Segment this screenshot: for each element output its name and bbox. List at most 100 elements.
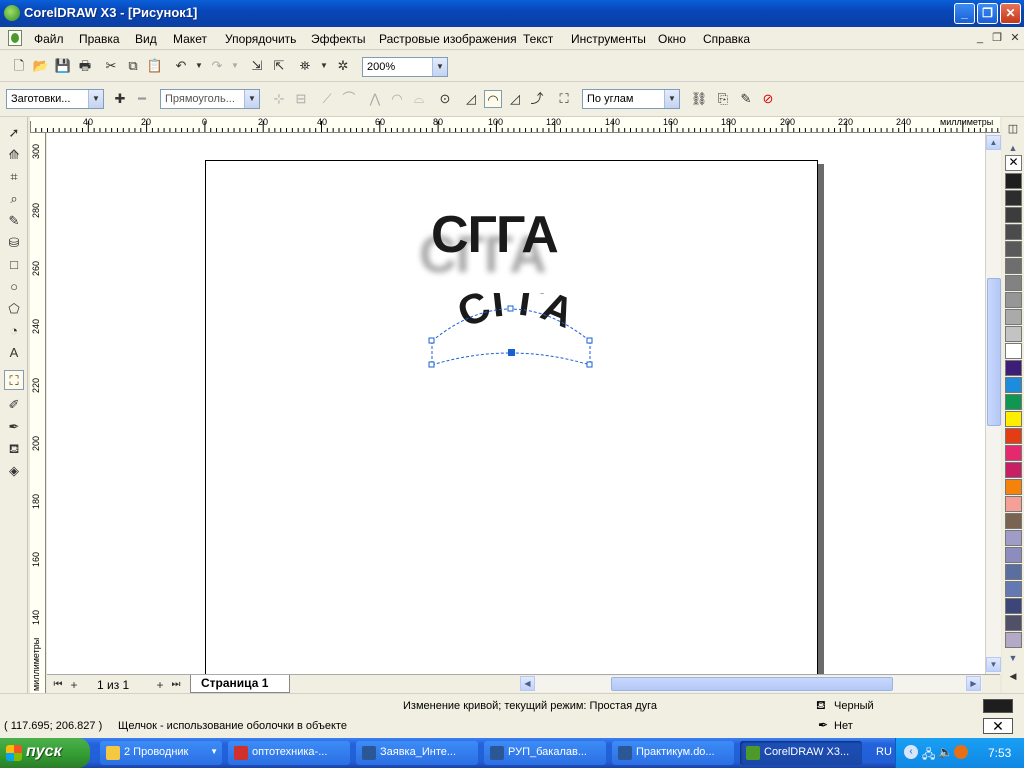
interactive-envelope-tool-icon[interactable]: ⛶ <box>4 370 24 390</box>
color-swatch[interactable] <box>1005 207 1022 223</box>
envelope-node[interactable] <box>586 337 593 344</box>
coreldraw-app-icon[interactable] <box>4 5 20 21</box>
smooth-node-icon[interactable]: ◠ <box>388 90 406 108</box>
rectangle-tool-icon[interactable]: □ <box>4 255 24 275</box>
drawing-canvas[interactable]: СГГА СГГА СГГА <box>47 133 985 674</box>
color-swatch[interactable] <box>1005 224 1022 240</box>
taskbar-item-word-2[interactable]: РУП_бакалав... <box>484 741 606 765</box>
application-launcher-icon[interactable]: ⛯ <box>296 57 314 75</box>
outline-tool-icon[interactable]: ✒ <box>4 417 24 437</box>
menu-edit[interactable]: Правка <box>79 32 120 46</box>
copy-envelope-properties-icon[interactable]: ⎘ <box>714 90 732 108</box>
start-button[interactable]: пуск <box>0 738 90 768</box>
doc-restore-button[interactable]: ❐ <box>990 32 1004 45</box>
convert-to-curve-icon[interactable]: ⌒ <box>340 90 358 108</box>
tray-expand-icon[interactable]: ‹ <box>904 745 918 759</box>
antivirus-icon[interactable] <box>954 745 968 759</box>
undo-icon[interactable]: ↶ <box>172 57 190 75</box>
menu-text[interactable]: Текст <box>523 32 553 46</box>
menu-arrange[interactable]: Упорядочить <box>225 32 296 46</box>
import-icon[interactable]: ⇲ <box>248 57 266 75</box>
color-swatch[interactable] <box>1005 394 1022 410</box>
vertical-scrollbar[interactable]: ▲ ▼ <box>985 133 1001 674</box>
color-swatch[interactable] <box>1005 513 1022 529</box>
color-swatch[interactable] <box>1005 479 1022 495</box>
color-swatch[interactable] <box>1005 292 1022 308</box>
page-tab-1[interactable]: Страница 1 <box>190 675 290 693</box>
color-swatch[interactable] <box>1005 496 1022 512</box>
doc-close-button[interactable]: ✕ <box>1008 32 1022 45</box>
menu-bitmaps[interactable]: Растровые изображения <box>379 32 517 46</box>
fill-tool-icon[interactable]: ⛾ <box>4 439 24 459</box>
color-swatch[interactable] <box>1005 411 1022 427</box>
menu-view[interactable]: Вид <box>135 32 157 46</box>
taskbar-item-pdf[interactable]: оптотехника-... <box>228 741 350 765</box>
color-swatch[interactable] <box>1005 615 1022 631</box>
color-swatch[interactable] <box>1005 377 1022 393</box>
palette-expand-icon[interactable]: ◀ <box>1004 667 1022 685</box>
copy-icon[interactable]: ⧉ <box>124 57 142 75</box>
color-swatch[interactable] <box>1005 547 1022 563</box>
color-swatch[interactable] <box>1005 343 1022 359</box>
smart-fill-tool-icon[interactable]: ⛁ <box>4 233 24 253</box>
straight-line-mode-icon[interactable]: ◿ <box>462 90 480 108</box>
add-node-icon[interactable]: ⊹ <box>270 90 288 108</box>
save-icon[interactable]: 💾 <box>54 57 72 75</box>
scroll-up-icon[interactable]: ▲ <box>986 135 1001 150</box>
envelope-node-selected[interactable] <box>508 349 515 356</box>
envelope-text-object[interactable]: СГГА <box>422 293 622 373</box>
remove-preset-icon[interactable]: ━ <box>133 90 151 108</box>
color-swatch[interactable] <box>1005 632 1022 648</box>
shape-tool-icon[interactable]: ⟰ <box>4 145 24 165</box>
text-tool-icon[interactable]: A <box>4 343 24 363</box>
new-document-icon[interactable]: 🗋 <box>10 57 28 75</box>
scroll-down-icon[interactable]: ▼ <box>986 657 1001 672</box>
symmetric-node-icon[interactable]: ⌓ <box>410 90 428 108</box>
add-new-envelope-icon[interactable]: ⛶ <box>555 90 573 108</box>
color-swatch[interactable] <box>1005 241 1022 257</box>
last-page-icon[interactable]: ⏭ <box>167 676 185 694</box>
taskbar-item-coreldraw[interactable]: CorelDRAW X3... <box>740 741 862 765</box>
palette-scroll-down-icon[interactable]: ▼ <box>1004 649 1022 667</box>
color-swatch[interactable] <box>1005 309 1022 325</box>
redo-dropdown-icon[interactable]: ▼ <box>226 57 244 75</box>
envelope-node[interactable] <box>428 337 435 344</box>
menu-tools[interactable]: Инструменты <box>571 32 646 46</box>
menu-help[interactable]: Справка <box>703 32 750 46</box>
language-indicator[interactable]: RU <box>876 746 892 758</box>
launcher-dropdown-icon[interactable]: ▼ <box>315 57 333 75</box>
cut-icon[interactable]: ✂ <box>102 57 120 75</box>
color-swatch[interactable] <box>1005 530 1022 546</box>
clear-envelope-icon[interactable]: ⊘ <box>759 90 777 108</box>
double-arc-mode-icon[interactable]: ◿ <box>506 90 524 108</box>
welcome-screen-icon[interactable]: ✲ <box>334 57 352 75</box>
keep-lines-icon[interactable]: ⛓ <box>690 90 708 108</box>
convert-to-line-icon[interactable]: ⟋ <box>318 90 336 108</box>
menu-window[interactable]: Окно <box>658 32 686 46</box>
single-arc-mode-icon[interactable]: ◠ <box>484 90 502 108</box>
export-icon[interactable]: ⇱ <box>270 57 288 75</box>
network-icon[interactable]: 🖧 <box>922 745 935 766</box>
horizontal-scrollbar[interactable]: ◀ ▶ <box>520 676 982 692</box>
menu-effects[interactable]: Эффекты <box>311 32 366 46</box>
taskbar-item-word-3[interactable]: Практикум.do... <box>612 741 734 765</box>
color-swatch[interactable] <box>1005 258 1022 274</box>
envelope-node[interactable] <box>428 361 435 368</box>
zoom-level-select[interactable]: 200% ▼ <box>362 57 448 77</box>
minimize-button[interactable]: _ <box>954 3 975 24</box>
zoom-tool-icon[interactable]: ⌕ <box>4 189 24 209</box>
ellipse-tool-icon[interactable]: ○ <box>4 277 24 297</box>
vertical-ruler[interactable]: 300 280 260 240 220 200 180 160 140 милл… <box>30 133 46 693</box>
color-swatch[interactable] <box>1005 173 1022 189</box>
scrollbar-thumb[interactable] <box>987 278 1001 426</box>
menu-layout[interactable]: Макет <box>173 32 207 46</box>
fill-color-swatch[interactable] <box>983 699 1013 713</box>
color-swatch[interactable] <box>1005 581 1022 597</box>
cusp-node-icon[interactable]: ⋀ <box>366 90 384 108</box>
add-page-before-icon[interactable]: + <box>65 676 83 694</box>
basic-shapes-tool-icon[interactable]: ◔ <box>4 321 24 341</box>
color-swatch[interactable] <box>1005 326 1022 342</box>
presets-select[interactable]: Заготовки... ▼ <box>6 89 104 109</box>
no-outline-swatch[interactable]: ✕ <box>983 718 1013 734</box>
interactive-fill-tool-icon[interactable]: ◈ <box>4 461 24 481</box>
